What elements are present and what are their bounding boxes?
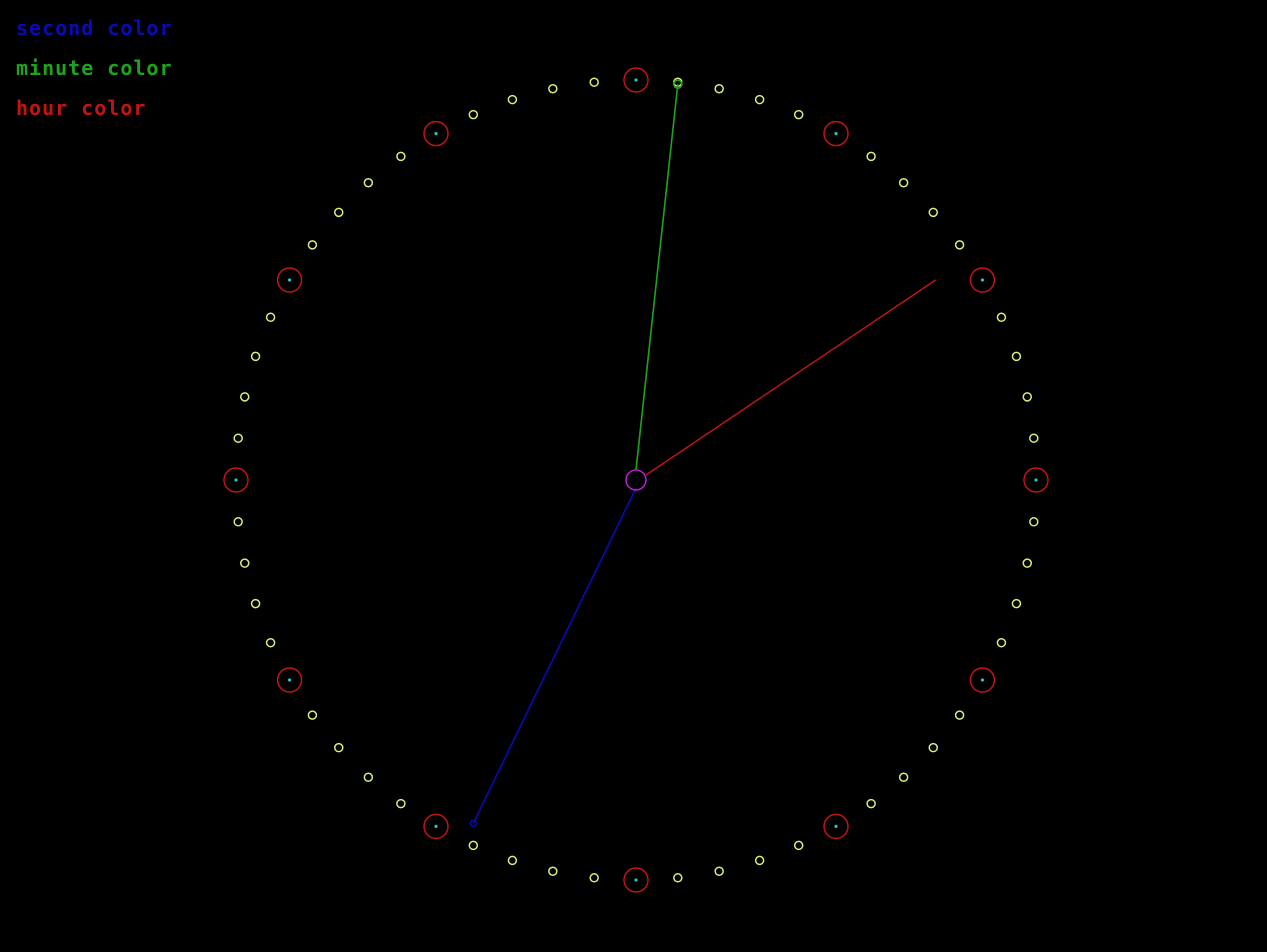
clock-screen: second color minute color hour color — [0, 0, 1267, 952]
minute-tick — [714, 83, 724, 94]
hour-marker-dot — [434, 131, 438, 136]
hour-hand — [645, 279, 937, 476]
minute-tick — [898, 772, 909, 783]
minute-tick — [250, 351, 261, 362]
minute-tick — [1022, 392, 1033, 402]
analog-clock-face — [223, 67, 1049, 893]
hour-marker-dot — [980, 278, 985, 282]
minute-tick — [996, 312, 1007, 323]
minute-ticks — [233, 77, 1039, 883]
hour-marker-dot — [287, 278, 292, 282]
minute-tick — [265, 637, 276, 648]
minute-tick — [866, 151, 876, 162]
minute-tick — [396, 151, 406, 162]
minute-tick — [793, 840, 804, 851]
minute-tick — [898, 177, 909, 188]
minute-tick — [307, 240, 318, 250]
hour-marker-dot — [980, 678, 985, 682]
minute-tick — [363, 772, 374, 783]
minute-tick — [754, 855, 765, 866]
center-pivot — [625, 469, 647, 491]
minute-tick — [507, 855, 518, 866]
minute-tick — [714, 866, 724, 877]
minute-tick — [673, 873, 683, 883]
minute-tick — [866, 798, 876, 809]
minute-tick — [468, 109, 479, 120]
minute-tick — [333, 742, 344, 753]
hour-marker-dot — [634, 878, 638, 882]
minute-tick — [1029, 433, 1039, 443]
hour-marker-dot — [434, 824, 438, 829]
minute-tick — [239, 392, 250, 402]
hour-marker-dot — [634, 78, 638, 82]
minute-tick — [589, 77, 599, 87]
minute-tick — [1029, 517, 1039, 527]
minute-tick — [233, 433, 243, 443]
minute-tick — [548, 866, 558, 877]
minute-tick — [1022, 558, 1033, 568]
hour-marker-dot — [834, 824, 838, 829]
minute-tick — [265, 312, 276, 323]
hour-marker-dot — [287, 678, 292, 682]
clock-hands — [469, 79, 937, 828]
minute-tick — [928, 207, 939, 218]
hour-marker-dot — [234, 478, 238, 482]
minute-tick — [589, 873, 599, 883]
minute-tick — [233, 517, 243, 527]
minute-tick — [793, 109, 804, 120]
minute-tick — [954, 710, 965, 720]
minute-tick — [363, 177, 374, 188]
hour-markers — [223, 67, 1049, 893]
minute-hand — [635, 84, 679, 471]
minute-tick — [1011, 598, 1022, 609]
minute-tick — [307, 710, 318, 720]
minute-tick — [1011, 351, 1022, 362]
minute-tick — [996, 637, 1007, 648]
minute-tick — [250, 598, 261, 609]
minute-tick — [333, 207, 344, 218]
minute-tick — [954, 240, 965, 250]
minute-tick — [507, 94, 518, 105]
minute-tick — [548, 83, 558, 94]
second-hand — [472, 487, 637, 824]
minute-tick — [468, 840, 479, 851]
minute-tick — [754, 94, 765, 105]
hour-marker-dot — [834, 131, 838, 136]
minute-tick — [396, 798, 406, 809]
minute-tick — [928, 742, 939, 753]
hour-marker-dot — [1034, 478, 1038, 482]
minute-tick — [239, 558, 250, 568]
